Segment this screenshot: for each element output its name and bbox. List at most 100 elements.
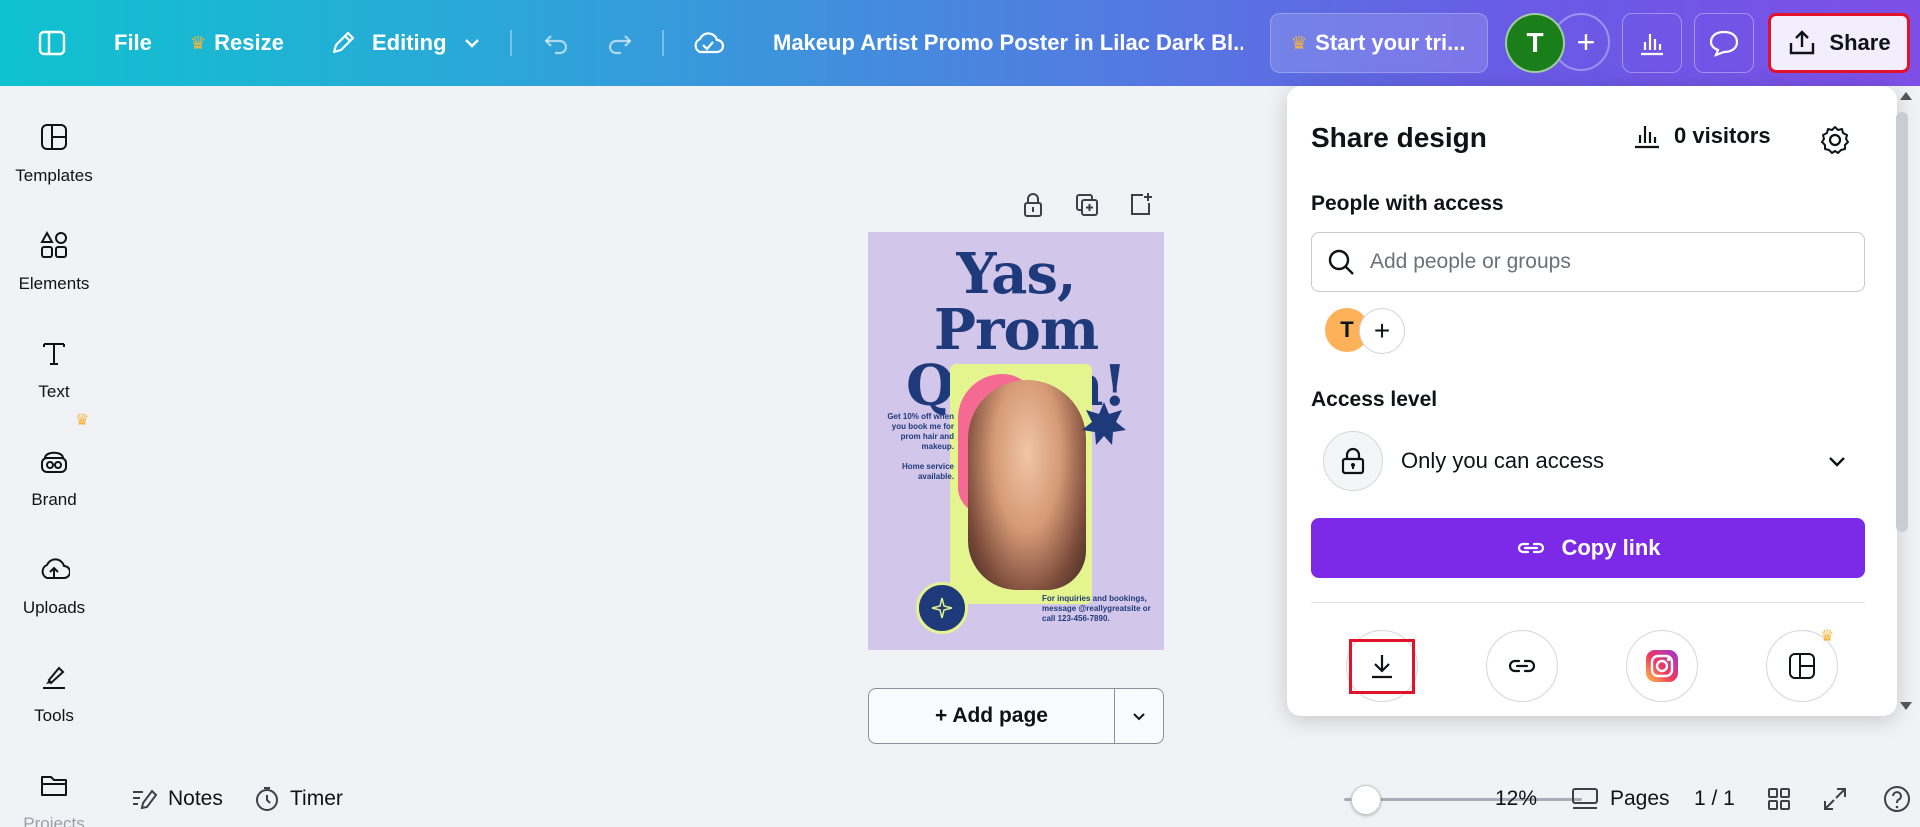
help-button[interactable]: [1882, 770, 1912, 827]
redo-icon: [608, 35, 632, 55]
plus-icon: +: [1576, 23, 1596, 60]
sidebar-item-templates[interactable]: Templates: [0, 86, 108, 186]
member-avatar-initial: T: [1340, 317, 1354, 342]
bottom-toolbar: Notes Timer 12% Pages 1 / 1: [108, 770, 1920, 827]
zoom-slider-thumb[interactable]: [1351, 785, 1381, 815]
upload-share-icon: [1790, 30, 1815, 55]
uploads-icon: [36, 552, 72, 586]
duplicate-page-button[interactable]: [1070, 188, 1104, 222]
bar-chart-icon: [1641, 34, 1663, 56]
resize-label: Resize: [214, 30, 284, 55]
panel-divider: [1311, 602, 1865, 603]
pages-icon: [1572, 787, 1598, 809]
text-icon: [36, 336, 72, 370]
add-page-label: + Add page: [935, 704, 1048, 727]
grid-icon: [1768, 787, 1790, 810]
projects-icon: [36, 768, 72, 802]
editing-mode-dropdown[interactable]: Editing: [328, 0, 483, 86]
lock-page-button[interactable]: [1016, 188, 1050, 222]
copy-link-button[interactable]: Copy link: [1311, 518, 1865, 578]
sidebar-item-text[interactable]: Text: [0, 302, 108, 402]
templates-icon: [1789, 653, 1815, 679]
pages-button[interactable]: Pages: [1570, 770, 1670, 827]
insights-button[interactable]: [1622, 13, 1682, 73]
sidebar-toggle-button[interactable]: [26, 17, 78, 69]
gear-icon: [1821, 126, 1849, 154]
link-icon: [1508, 659, 1536, 673]
left-sidebar: Templates Elements Text ♛ Brand Uploads …: [0, 86, 108, 827]
share-design-panel: Share design 0 visitors People with acce…: [1287, 86, 1897, 716]
user-avatar-initial: T: [1526, 27, 1544, 58]
link-icon: [1518, 542, 1545, 554]
notes-label: Notes: [168, 786, 223, 810]
public-link-button[interactable]: [1486, 630, 1558, 702]
download-highlight: [1349, 639, 1415, 694]
add-member-button[interactable]: +: [1359, 308, 1405, 354]
instagram-share-button[interactable]: [1626, 630, 1698, 702]
grid-view-button[interactable]: [1766, 770, 1792, 827]
crown-icon: ♛: [1291, 32, 1308, 53]
share-button[interactable]: Share: [1768, 13, 1910, 73]
sidebar-item-elements[interactable]: Elements: [0, 194, 108, 294]
save-status-button[interactable]: [682, 17, 734, 69]
crown-icon: ♛: [190, 32, 207, 53]
user-avatar[interactable]: T: [1505, 13, 1565, 73]
poster-contact-text: For inquiries and bookings, message @rea…: [1042, 594, 1151, 623]
sidebar-item-label: Tools: [34, 706, 74, 725]
expand-icon: [1824, 787, 1846, 810]
share-settings-button[interactable]: [1815, 120, 1855, 160]
page-count: 1 / 1: [1694, 770, 1735, 827]
instagram-icon: [1646, 650, 1678, 682]
crown-icon: ♛: [75, 412, 90, 429]
sidebar-item-label: Projects: [23, 814, 85, 827]
brand-icon: [36, 444, 72, 478]
zoom-value[interactable]: 12%: [1495, 770, 1537, 827]
pencil-icon: [332, 31, 355, 54]
poster-portrait-photo: [968, 380, 1086, 590]
sidebar-item-projects[interactable]: Projects: [0, 734, 108, 827]
poster-offer-text: Get 10% off when you book me for prom ha…: [887, 412, 954, 481]
add-people-input[interactable]: [1370, 250, 1830, 274]
redo-button[interactable]: [594, 17, 646, 69]
file-menu-label: File: [114, 30, 152, 55]
lock-icon: [1323, 431, 1383, 491]
add-page-icon-button[interactable]: [1124, 188, 1158, 222]
tools-icon: [36, 660, 72, 694]
comments-button[interactable]: [1694, 13, 1754, 73]
undo-button[interactable]: [530, 17, 582, 69]
plus-icon: +: [1373, 315, 1391, 346]
sidebar-item-tools[interactable]: Tools: [0, 626, 108, 726]
chevron-down-icon: [464, 39, 479, 48]
visitors-button[interactable]: 0 visitors: [1632, 122, 1771, 150]
cloud-check-icon: [694, 32, 725, 54]
sidebar-item-label: Uploads: [22, 598, 86, 617]
add-page-button[interactable]: + Add page: [869, 689, 1115, 743]
fullscreen-button[interactable]: [1822, 770, 1848, 827]
sidebar-item-label: Brand: [31, 490, 77, 509]
access-level-value: Only you can access: [1401, 448, 1604, 473]
add-page-dropdown-button[interactable]: [1115, 689, 1163, 743]
notes-button[interactable]: Notes: [130, 770, 223, 827]
toolbar-divider: [510, 30, 512, 56]
add-page-icon: [1131, 193, 1152, 215]
start-trial-button[interactable]: ♛ Start your tri...: [1270, 13, 1488, 73]
sparkle-icon: [931, 597, 953, 619]
scrollbar-thumb[interactable]: [1896, 112, 1908, 532]
lock-icon: [1024, 193, 1042, 217]
duplicate-icon: [1076, 194, 1098, 216]
sidebar-item-uploads[interactable]: Uploads: [0, 518, 108, 618]
timer-icon: [256, 786, 278, 811]
access-level-dropdown[interactable]: Only you can access: [1311, 428, 1865, 494]
file-menu[interactable]: File: [114, 0, 152, 86]
add-people-search[interactable]: [1311, 232, 1865, 292]
document-title[interactable]: Makeup Artist Promo Poster in Lilac Dark…: [773, 0, 1243, 86]
top-toolbar: File ♛ Resize Editing Makeup Artist Prom…: [0, 0, 1920, 86]
pages-label: Pages: [1610, 786, 1670, 810]
sidebar-item-brand[interactable]: ♛ Brand: [0, 410, 108, 510]
design-page-poster[interactable]: Yas, Prom Queen! Get 10% off when you bo…: [868, 232, 1164, 650]
elements-icon: [36, 228, 72, 262]
sidebar-item-label: Templates: [15, 166, 93, 185]
resize-button[interactable]: ♛ Resize: [190, 0, 284, 86]
page-count-text: 1 / 1: [1694, 786, 1735, 810]
timer-button[interactable]: Timer: [254, 770, 343, 827]
